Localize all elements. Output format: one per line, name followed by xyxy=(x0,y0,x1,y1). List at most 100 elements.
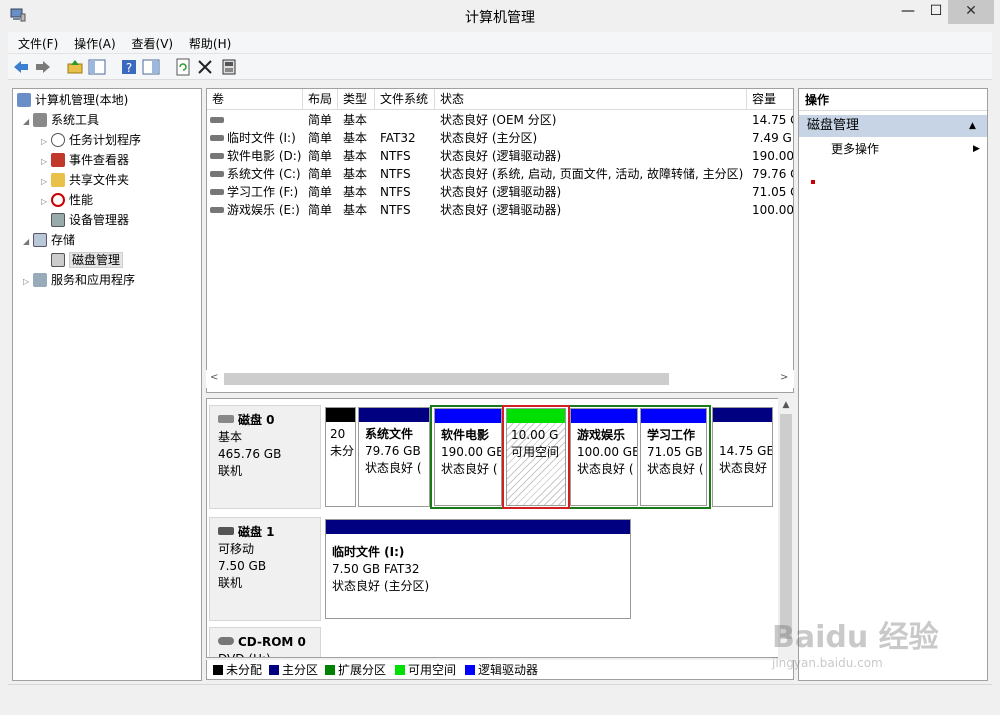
status-bar xyxy=(8,684,992,706)
i-status: 状态良好 (主分区) xyxy=(332,579,430,593)
tree-disk-management-label: 磁盘管理 xyxy=(69,252,124,268)
tree-system-tools-label: 系统工具 xyxy=(51,113,100,127)
tree-system-tools[interactable]: ◢ 系统工具 xyxy=(23,111,99,129)
scroll-right-icon[interactable]: > xyxy=(780,372,788,383)
partition-c[interactable]: 系统文件 79.76 GB 状态良好 ( xyxy=(358,407,430,507)
partition-unallocated[interactable]: 20 未分 xyxy=(325,407,356,507)
tree-performance[interactable]: ▷ 性能 xyxy=(41,191,93,209)
legend-label: 未分配 xyxy=(226,663,263,677)
table-row[interactable]: 学习工作 (F:) 简单基本 NTFS 状态良好 (逻辑驱动器) 71.05 G xyxy=(207,183,793,201)
more-actions-item[interactable]: 更多操作 ▶ xyxy=(799,139,987,159)
cell-filesystem: NTFS xyxy=(380,203,411,217)
show-hide-tree-icon[interactable] xyxy=(88,58,106,76)
table-row[interactable]: 简单基本 状态良好 (OEM 分区) 14.75 G xyxy=(207,111,793,129)
delete-icon[interactable] xyxy=(196,58,214,76)
cell-capacity: 71.05 G xyxy=(752,185,793,199)
help-icon[interactable]: ? xyxy=(120,58,138,76)
close-button[interactable]: ✕ xyxy=(948,0,994,24)
disk0-label[interactable]: 磁盘 0 基本 465.76 GB 联机 xyxy=(209,405,321,509)
e-name: 游戏娱乐 xyxy=(577,428,626,442)
collapsed-arrow-icon[interactable]: ▷ xyxy=(41,153,51,171)
header-type[interactable]: 类型 xyxy=(338,89,375,110)
back-arrow-icon[interactable] xyxy=(12,58,30,76)
tree-shared-folders[interactable]: ▷ 共享文件夹 xyxy=(41,171,129,189)
tree-device-manager[interactable]: 设备管理器 xyxy=(51,211,129,229)
partition-free-space[interactable]: 10.00 G 可用空间 xyxy=(506,408,566,506)
vertical-scrollbar-thumb[interactable] xyxy=(780,414,792,639)
table-row[interactable]: 游戏娱乐 (E:) 简单 基本 NTFS 状态良好 (逻辑驱动器) 100.00 xyxy=(207,201,794,219)
disk1-state: 联机 xyxy=(218,576,243,590)
menu-file[interactable]: 文件(F) xyxy=(8,32,58,52)
cell-type: 基本 xyxy=(343,185,368,199)
collapsed-arrow-icon[interactable]: ▷ xyxy=(41,173,51,191)
properties-icon[interactable] xyxy=(142,58,160,76)
header-capacity[interactable]: 容量 xyxy=(747,89,793,110)
menu-view[interactable]: 查看(V) xyxy=(122,32,174,52)
tree-task-scheduler[interactable]: ▷ 任务计划程序 xyxy=(41,131,141,149)
watermark-brand: Baidu 经验 xyxy=(772,620,939,655)
partition-f[interactable]: 学习工作 71.05 GB 状态良好 ( xyxy=(640,408,707,506)
tree-services-apps[interactable]: ▷ 服务和应用程序 xyxy=(23,271,135,289)
cell-type: 基本 xyxy=(343,149,368,163)
table-row[interactable]: 系统文件 (C:) 简单 基本 NTFS 状态良好 (系统, 启动, 页面文件, 活动,… xyxy=(207,165,793,183)
cdrom-label[interactable]: CD-ROM 0 DVD (H:) xyxy=(209,627,321,657)
disk-properties-icon[interactable] xyxy=(220,58,238,76)
partition-e[interactable]: 游戏娱乐 100.00 GB 状态良好 ( xyxy=(570,408,638,506)
tree-event-viewer-label: 事件查看器 xyxy=(69,153,130,167)
tree-disk-management[interactable]: 磁盘管理 xyxy=(51,251,124,269)
collapsed-arrow-icon[interactable]: ▷ xyxy=(41,193,51,211)
e-status: 状态良好 ( xyxy=(577,462,634,476)
partition-d[interactable]: 软件电影 190.00 GB 状态良好 ( xyxy=(434,408,502,506)
scroll-up-icon[interactable]: ▲ xyxy=(780,400,792,410)
disk-icon xyxy=(218,415,234,423)
marker-dot xyxy=(811,180,815,184)
table-row[interactable]: 软件电影 (D:) 简单 基本 NTFS 状态良好 (逻辑驱动器) 190.00 xyxy=(207,147,793,165)
partition-oem[interactable]: 14.75 GE 状态良好 xyxy=(712,407,773,507)
tree-performance-label: 性能 xyxy=(69,193,94,207)
cell-status: 状态良好 (逻辑驱动器) xyxy=(440,185,562,199)
title-bar: 计算机管理 — ☐ ✕ xyxy=(0,0,1000,32)
disk1-type: 可移动 xyxy=(218,542,255,556)
partition-i[interactable]: 临时文件 (I:) 7.50 GB FAT32 状态良好 (主分区) xyxy=(325,519,631,619)
header-volume[interactable]: 卷 xyxy=(207,89,303,110)
expanded-arrow-icon[interactable]: ◢ xyxy=(23,233,33,251)
horizontal-scrollbar[interactable]: < > xyxy=(206,370,794,388)
tree-device-manager-label: 设备管理器 xyxy=(69,213,130,227)
tree-event-viewer[interactable]: ▷ 事件查看器 xyxy=(41,151,129,169)
drive-icon xyxy=(210,171,224,177)
legend-label: 可用空间 xyxy=(408,663,457,677)
forward-arrow-icon[interactable] xyxy=(34,58,52,76)
menu-help[interactable]: 帮助(H) xyxy=(179,32,231,52)
cell-capacity: 100.00 xyxy=(752,203,794,217)
volume-name: 临时文件 (I:) xyxy=(227,131,296,145)
primary-bar xyxy=(359,408,429,422)
actions-section-disk-management[interactable]: 磁盘管理 ▲ xyxy=(799,115,987,137)
header-layout[interactable]: 布局 xyxy=(303,89,338,110)
extended-swatch xyxy=(325,665,335,675)
menu-action[interactable]: 操作(A) xyxy=(64,32,116,52)
collapsed-arrow-icon[interactable]: ▷ xyxy=(23,273,33,291)
unallocated-swatch xyxy=(213,665,223,675)
drive-icon xyxy=(210,117,224,123)
tree-storage[interactable]: ◢ 存储 xyxy=(23,231,75,249)
refresh-icon[interactable] xyxy=(174,58,192,76)
disk1-label[interactable]: 磁盘 1 可移动 7.50 GB 联机 xyxy=(209,517,321,621)
c-status: 状态良好 ( xyxy=(365,461,422,475)
scrollbar-thumb[interactable] xyxy=(224,373,669,385)
up-folder-icon[interactable] xyxy=(66,58,84,76)
drive-icon xyxy=(210,189,224,195)
header-status[interactable]: 状态 xyxy=(435,89,747,110)
window-title: 计算机管理 xyxy=(465,10,535,26)
expanded-arrow-icon[interactable]: ◢ xyxy=(23,113,33,131)
legend: 未分配 主分区 扩展分区 可用空间 逻辑驱动器 xyxy=(206,660,794,680)
collapsed-arrow-icon[interactable]: ▷ xyxy=(41,133,51,151)
legend-logical: 逻辑驱动器 xyxy=(465,663,538,677)
scroll-left-icon[interactable]: < xyxy=(210,372,218,383)
cell-type: 基本 xyxy=(343,113,368,127)
tree-root[interactable]: 计算机管理(本地) xyxy=(17,91,128,109)
table-row[interactable]: 临时文件 (I:) 简单基本 FAT32 状态良好 (主分区) 7.49 GE xyxy=(207,129,793,147)
header-filesystem[interactable]: 文件系统 xyxy=(375,89,435,110)
performance-icon xyxy=(51,193,65,207)
primary-bar xyxy=(713,408,772,422)
collapse-up-icon[interactable]: ▲ xyxy=(969,115,976,137)
